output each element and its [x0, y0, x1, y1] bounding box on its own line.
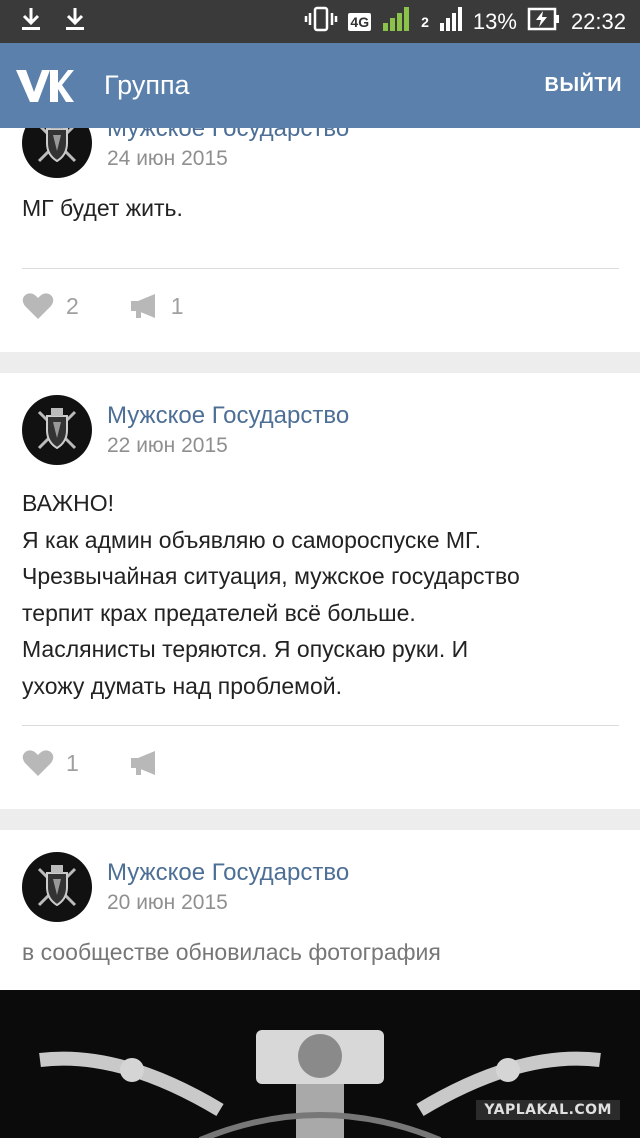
like-button[interactable]: 1	[22, 749, 79, 777]
post-text: МГ будет жить.	[22, 195, 183, 221]
network-type: 4G	[348, 12, 372, 31]
post-actions: 2 1	[22, 292, 184, 320]
repost-button[interactable]	[129, 750, 171, 776]
sim2-label: 2	[421, 13, 429, 30]
like-count: 2	[66, 292, 79, 319]
watermark: YAPLAKAL.COM	[476, 1100, 620, 1120]
avatar[interactable]	[22, 395, 92, 465]
post-header: Мужское Государство 22 июн 2015	[22, 395, 349, 465]
repost-button[interactable]: 1	[129, 293, 184, 320]
post-card: Мужское Государство 22 июн 2015 ВАЖНО! Я…	[0, 373, 640, 809]
post-divider	[22, 268, 619, 269]
megaphone-icon	[130, 294, 155, 318]
like-count: 1	[66, 749, 79, 776]
post-text: ВАЖНО! Я как админ объявляю о самороспус…	[22, 490, 520, 699]
repost-count: 1	[170, 292, 184, 319]
logout-button[interactable]: ВЫЙТИ	[545, 74, 623, 97]
heart-icon	[22, 750, 54, 776]
avatar[interactable]	[22, 128, 92, 178]
post-photo[interactable]: YAPLAKAL.COM	[0, 990, 640, 1138]
megaphone-icon	[130, 751, 155, 775]
avatar[interactable]	[22, 852, 92, 922]
battery-charging-icon	[527, 7, 561, 36]
heart-icon	[22, 293, 54, 319]
post-actions: 1	[22, 749, 171, 777]
clock: 22:32	[570, 8, 626, 34]
post-card: Мужское Государство 20 июн 2015 в сообще…	[0, 830, 640, 1138]
post-author[interactable]: Мужское Государство	[107, 128, 349, 143]
post-divider	[22, 725, 619, 726]
post-author[interactable]: Мужское Государство	[107, 859, 349, 887]
post-date[interactable]: 24 июн 2015	[107, 147, 349, 171]
download-icon	[64, 6, 86, 37]
signal-icon	[439, 5, 463, 38]
battery-percent: 13%	[472, 8, 517, 34]
post-text: в сообществе обновилась фотография	[22, 939, 441, 965]
post-author[interactable]: Мужское Государство	[107, 402, 349, 430]
signal-icon	[381, 5, 411, 38]
post-date[interactable]: 20 июн 2015	[107, 891, 349, 915]
screen: 4G 2 13% 22:32 Группа ВЫЙТИ Мужское Госу…	[0, 0, 640, 1138]
post-header: Мужское Государство 20 июн 2015	[22, 852, 349, 922]
status-bar: 4G 2 13% 22:32	[0, 0, 640, 43]
app-header: Группа ВЫЙТИ	[0, 43, 640, 128]
post-date[interactable]: 22 июн 2015	[107, 434, 349, 458]
feed: Мужское Государство 24 июн 2015 МГ будет…	[0, 128, 640, 1138]
post-card: Мужское Государство 24 июн 2015 МГ будет…	[0, 128, 640, 352]
page-title: Группа	[104, 70, 190, 100]
vk-logo-icon[interactable]	[14, 66, 74, 106]
vibrate-icon	[304, 6, 338, 37]
post-header: Мужское Государство 24 июн 2015	[22, 128, 349, 178]
download-icon	[20, 6, 42, 37]
like-button[interactable]: 2	[22, 292, 79, 320]
